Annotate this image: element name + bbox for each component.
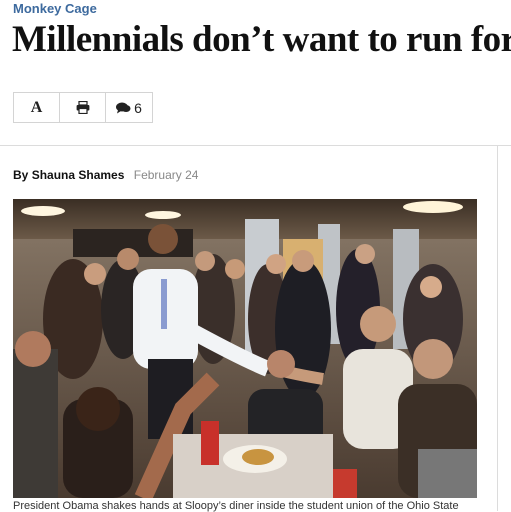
font-size-button[interactable]: A xyxy=(14,93,60,122)
divider xyxy=(0,145,511,146)
print-button[interactable] xyxy=(60,93,106,122)
comment-count: 6 xyxy=(134,99,142,116)
article-toolbar: A 6 xyxy=(13,92,153,123)
article-photo xyxy=(13,199,477,498)
author-link[interactable]: Shauna Shames xyxy=(32,168,125,182)
print-icon xyxy=(76,101,89,114)
sidebar-divider xyxy=(497,145,498,511)
section-kicker[interactable]: Monkey Cage xyxy=(13,1,97,16)
photo-caption: President Obama shakes hands at Sloopy’s… xyxy=(13,500,459,512)
comments-button[interactable]: 6 xyxy=(106,93,152,122)
photo-illustration xyxy=(13,199,477,498)
comments-icon xyxy=(116,102,131,113)
byline: By Shauna Shames February 24 xyxy=(13,168,198,182)
publish-date: February 24 xyxy=(133,168,199,182)
font-size-label: A xyxy=(30,98,43,116)
headline: Millennials don’t want to run for xyxy=(12,19,511,60)
byline-prefix: By xyxy=(13,168,29,182)
